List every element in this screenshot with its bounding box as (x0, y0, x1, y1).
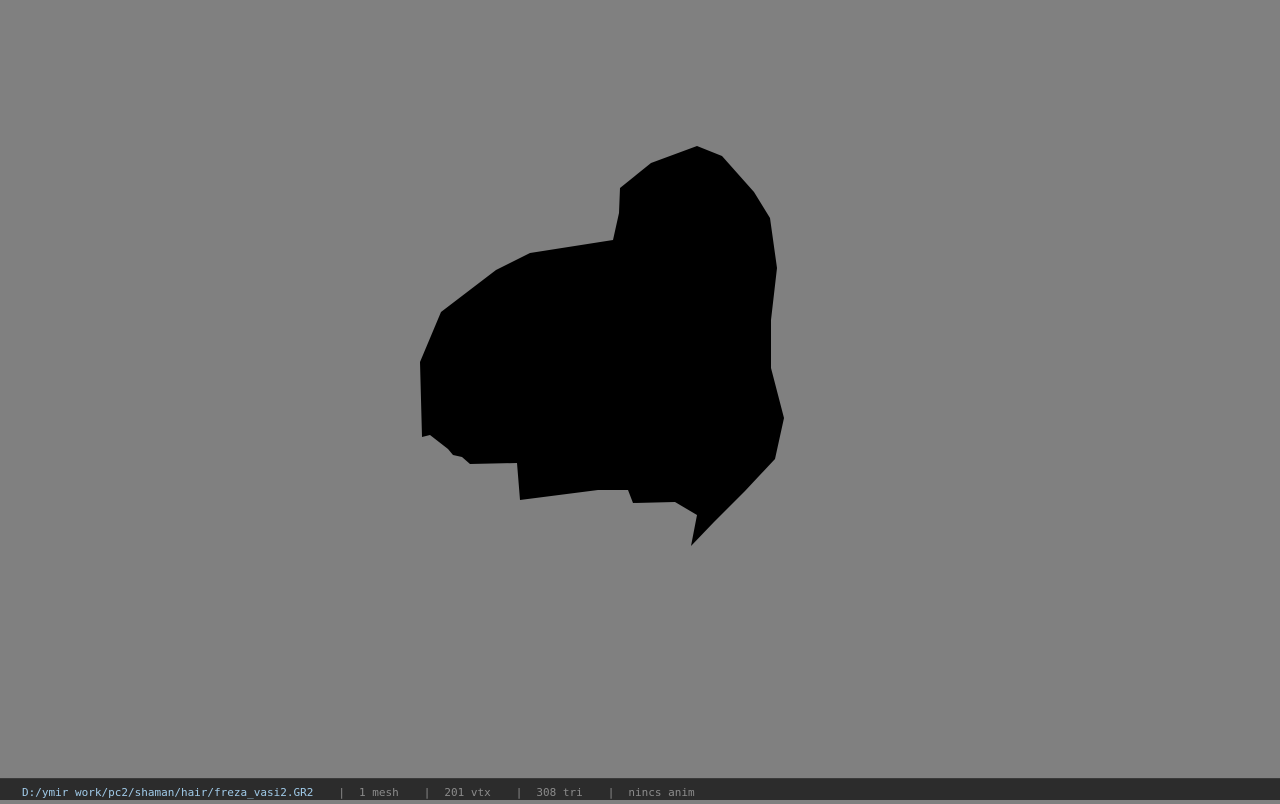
file-path-label: D:/ymir work/pc2/shaman/hair/freza_vasi2… (22, 785, 314, 799)
status-bar: D:/ymir work/pc2/shaman/hair/freza_vasi2… (0, 778, 1280, 800)
status-separator: | (423, 785, 431, 799)
triangle-count-label: 308 tri (536, 785, 583, 799)
mesh-count-label: 1 mesh (359, 785, 399, 799)
status-separator: | (338, 785, 346, 799)
model-canvas[interactable] (0, 0, 1280, 778)
3d-viewport[interactable] (0, 0, 1280, 778)
status-separator: | (607, 785, 615, 799)
hair-mesh-silhouette (420, 146, 784, 546)
animation-status-label: nincs anim (628, 785, 695, 799)
status-separator: | (515, 785, 523, 799)
vertex-count-label: 201 vtx (444, 785, 491, 799)
